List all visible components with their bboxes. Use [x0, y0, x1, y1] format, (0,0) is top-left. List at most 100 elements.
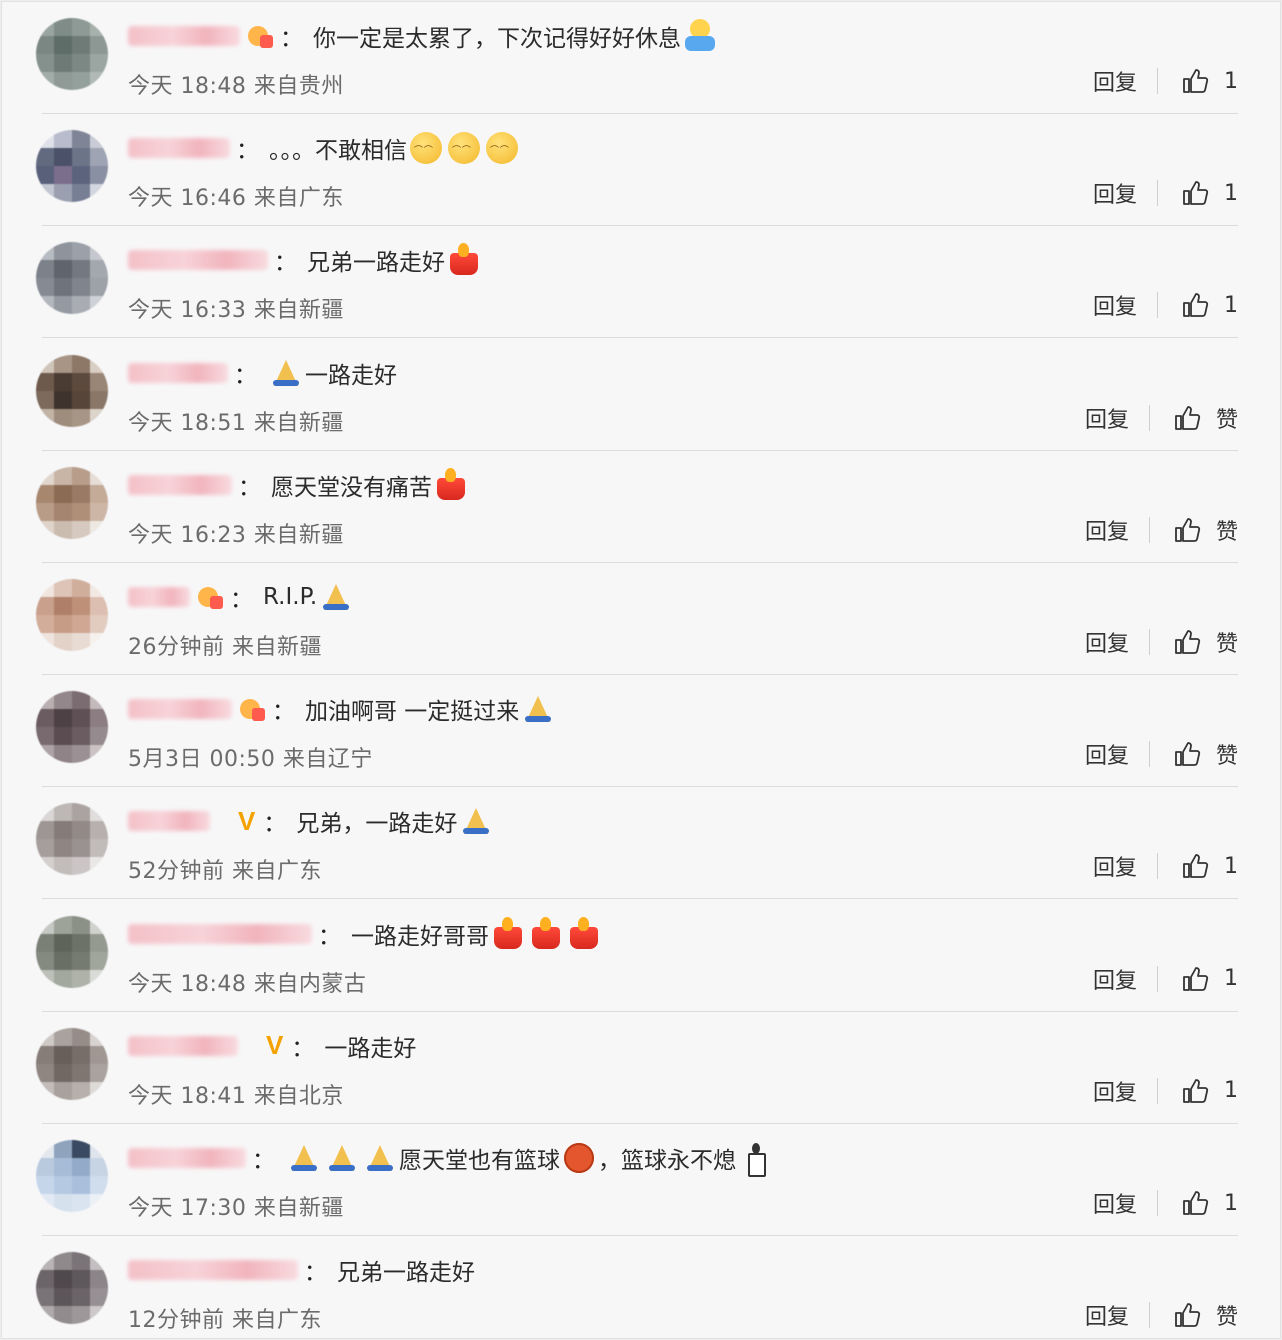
reply-button[interactable]: 回复: [1085, 626, 1129, 658]
comment-meta: 52分钟前 来自广东: [128, 859, 322, 885]
username-blurred[interactable]: [128, 1260, 298, 1281]
comment-item: ： 加油啊哥 一定挺过来 5月3日 00:50 来自辽宁 回复 赞: [2, 675, 1282, 788]
username-blurred[interactable]: [128, 811, 210, 832]
avatar[interactable]: [36, 466, 108, 539]
username-blurred[interactable]: [128, 1035, 238, 1056]
comment-actions: 回复 1: [1093, 288, 1238, 322]
reply-button[interactable]: 回复: [1093, 289, 1137, 321]
avatar[interactable]: [36, 354, 108, 427]
like-count[interactable]: 1: [1224, 854, 1238, 879]
username-blurred[interactable]: [128, 699, 232, 720]
comment-meta: 今天 17:30 来自新疆: [128, 1196, 344, 1221]
comment-content: ： 一路走好: [128, 353, 397, 393]
username-blurred[interactable]: [128, 587, 190, 607]
username-blurred[interactable]: [128, 250, 268, 271]
comment-actions: 回复 1: [1093, 1186, 1238, 1220]
comment-text: 愿天堂没有痛苦: [271, 474, 432, 501]
comment-actions: 回复 1: [1093, 1074, 1238, 1108]
comment-text: ，篮球永不熄: [598, 1148, 736, 1174]
username-blurred[interactable]: [128, 138, 230, 159]
avatar[interactable]: [36, 1252, 108, 1325]
like-count[interactable]: 1: [1224, 1191, 1238, 1216]
reply-button[interactable]: 回复: [1093, 177, 1137, 209]
reply-button[interactable]: 回复: [1093, 1075, 1137, 1107]
comment-actions: 回复 赞: [1085, 1298, 1238, 1332]
comment-actions: 回复 赞: [1085, 513, 1238, 547]
reply-button[interactable]: 回复: [1085, 738, 1129, 770]
reply-button[interactable]: 回复: [1085, 402, 1129, 434]
thumbs-up-icon[interactable]: [1180, 1076, 1210, 1106]
thumbs-up-icon[interactable]: [1172, 739, 1202, 769]
comment-text: 兄弟一路走好: [307, 250, 445, 277]
username-blurred[interactable]: [128, 474, 232, 495]
verified-v-badge-icon: V: [238, 805, 256, 836]
username-blurred[interactable]: [128, 26, 240, 46]
username-blurred[interactable]: [128, 1148, 246, 1168]
username-blurred[interactable]: [128, 923, 312, 944]
thumbs-up-icon[interactable]: [1172, 1300, 1202, 1330]
thumbs-up-icon[interactable]: [1180, 964, 1210, 994]
comment-item: ： 一路走好 今天 18:51 来自新疆 回复 赞: [2, 339, 1282, 451]
reply-button[interactable]: 回复: [1093, 1187, 1137, 1219]
avatar[interactable]: [36, 579, 108, 651]
action-divider: [1148, 629, 1150, 655]
like-count[interactable]: 1: [1224, 293, 1238, 318]
like-count[interactable]: 1: [1224, 181, 1238, 206]
avatar[interactable]: [36, 915, 108, 988]
like-count[interactable]: 1: [1224, 69, 1238, 94]
comment-content: ： 加油啊哥 一定挺过来: [128, 689, 557, 729]
comment-item: ： 兄弟一路走好 今天 16:33 来自新疆 回复 1: [2, 226, 1282, 339]
comment-item: ： 愿天堂没有痛苦 今天 16:23 来自新疆 回复 赞: [2, 451, 1282, 563]
comment-content: ： 兄弟一路走好: [128, 1250, 475, 1290]
like-count[interactable]: 赞: [1216, 626, 1238, 658]
thumbs-up-icon[interactable]: [1172, 403, 1202, 433]
separator-colon: ：: [230, 587, 253, 613]
avatar[interactable]: [36, 18, 108, 90]
thumbs-up-icon[interactable]: [1180, 66, 1210, 96]
avatar[interactable]: [36, 803, 108, 876]
reply-button[interactable]: 回复: [1093, 963, 1137, 995]
avatar[interactable]: [36, 691, 108, 764]
username-blurred[interactable]: [128, 362, 228, 383]
avatar[interactable]: [36, 1140, 108, 1212]
sad-emoji-icon: [409, 131, 443, 165]
reply-button[interactable]: 回复: [1093, 850, 1137, 882]
action-divider: [1157, 180, 1158, 207]
reply-button[interactable]: 回复: [1085, 1299, 1129, 1331]
avatar[interactable]: [36, 242, 108, 315]
pray-emoji-icon: [287, 1141, 321, 1175]
like-count[interactable]: 1: [1224, 1078, 1238, 1103]
action-divider: [1148, 1302, 1150, 1329]
separator-colon: ：: [272, 699, 295, 726]
comment-item: ： 。。。不敢相信今天 16:46 来自广东 回复 1: [2, 114, 1282, 227]
like-count[interactable]: 赞: [1216, 738, 1238, 770]
pray-emoji-icon: [319, 580, 353, 614]
comment-item: ： 一路走好哥哥 今天 18:48 来自内蒙古 回复 1: [2, 900, 1282, 1012]
comment-meta: 今天 16:33 来自新疆: [128, 298, 344, 324]
candle-emoji-icon: [567, 916, 601, 951]
like-count[interactable]: 1: [1224, 966, 1238, 991]
separator-colon: ：: [304, 1260, 327, 1287]
thumbs-up-icon[interactable]: [1172, 515, 1202, 545]
comment-text: 一路走好: [305, 362, 397, 389]
heart-badge-icon: [238, 695, 266, 723]
comment-text: 。。。不敢相信: [269, 138, 407, 165]
action-divider: [1148, 741, 1150, 768]
avatar[interactable]: [36, 1027, 108, 1100]
reply-button[interactable]: 回复: [1093, 65, 1137, 97]
like-count[interactable]: 赞: [1216, 514, 1238, 546]
thumbs-up-icon[interactable]: [1180, 851, 1210, 881]
like-count[interactable]: 赞: [1216, 1299, 1238, 1331]
like-count[interactable]: 赞: [1216, 402, 1238, 434]
thumbs-up-icon[interactable]: [1180, 178, 1210, 208]
reply-button[interactable]: 回复: [1085, 514, 1129, 546]
sad-emoji-icon: [447, 131, 481, 165]
thumbs-up-icon[interactable]: [1172, 627, 1202, 657]
avatar[interactable]: [36, 130, 108, 203]
separator-colon: ：: [291, 1035, 315, 1062]
thumbs-up-icon[interactable]: [1180, 1188, 1210, 1218]
comment-meta: 5月3日 00:50 来自辽宁: [128, 747, 373, 773]
pray-emoji-icon: [521, 692, 555, 726]
comment-item: ： 你一定是太累了，下次记得好好休息 今天 18:48 来自贵州 回复 1: [2, 2, 1282, 114]
thumbs-up-icon[interactable]: [1180, 290, 1210, 320]
